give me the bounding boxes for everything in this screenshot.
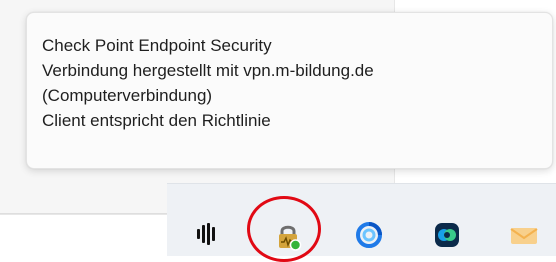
tooltip-line: Client entspricht den Richtlinie	[42, 111, 271, 130]
mail-envelope-icon[interactable]	[509, 224, 539, 248]
vpn-tooltip: Check Point Endpoint Security Verbindung…	[26, 12, 553, 169]
tooltip-line: (Computerverbindung)	[42, 86, 213, 105]
tooltip-line: Verbindung hergestellt mit vpn.m-bildung…	[42, 61, 374, 80]
background-divider	[0, 213, 170, 214]
checkpoint-vpn-lock-icon[interactable]	[273, 221, 303, 251]
webex-ring-icon[interactable]	[355, 221, 383, 249]
audio-meter-icon[interactable]	[195, 222, 219, 246]
webex-meetings-icon[interactable]	[433, 221, 461, 249]
tooltip-line: Check Point Endpoint Security	[42, 36, 272, 55]
taskbar-tray	[167, 183, 556, 256]
